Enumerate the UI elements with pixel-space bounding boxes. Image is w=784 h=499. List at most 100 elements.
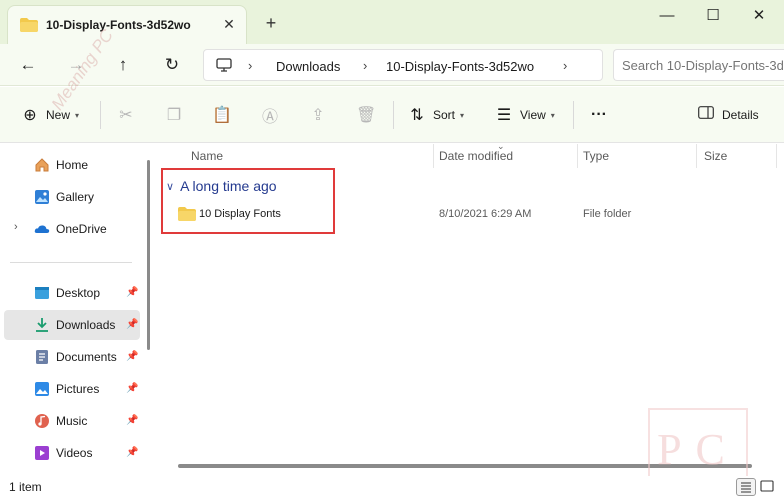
file-type: File folder bbox=[583, 208, 632, 220]
videos-icon bbox=[34, 445, 50, 461]
details-view-icon bbox=[741, 482, 751, 493]
paste-button[interactable]: 📋 bbox=[212, 103, 232, 127]
toolbar-divider bbox=[100, 101, 101, 129]
sort-button[interactable]: ⇅ Sort ▾ bbox=[407, 103, 464, 127]
sidebar-item-pictures[interactable]: Pictures 📌 bbox=[4, 374, 140, 404]
minimize-button[interactable]: — bbox=[644, 6, 690, 26]
sidebar-item-label: Gallery bbox=[56, 190, 95, 204]
sidebar-scrollbar[interactable] bbox=[147, 160, 150, 350]
status-bar: 1 item bbox=[0, 476, 784, 499]
navigation-pane: Home Gallery › OneDrive Desktop 📌 Downlo… bbox=[0, 144, 148, 476]
details-view-button[interactable] bbox=[736, 478, 756, 496]
search-input[interactable] bbox=[622, 50, 784, 80]
share-button[interactable]: ⇪ bbox=[308, 103, 328, 127]
back-button[interactable]: ← bbox=[15, 52, 41, 78]
trash-icon: 🗑 bbox=[356, 107, 377, 124]
delete-button[interactable]: 🗑 bbox=[356, 103, 376, 127]
view-button-label: View bbox=[520, 108, 546, 122]
sidebar-item-label: Desktop bbox=[56, 286, 101, 300]
view-button[interactable]: ☰ View ▾ bbox=[494, 103, 555, 127]
tab-close-icon[interactable]: ✕ bbox=[221, 16, 237, 32]
pin-icon[interactable]: 📌 bbox=[126, 383, 138, 394]
document-icon bbox=[34, 349, 50, 365]
details-button[interactable]: Details bbox=[696, 103, 759, 127]
breadcrumb-chevron-icon[interactable]: › bbox=[563, 58, 567, 73]
sidebar-item-onedrive[interactable]: › OneDrive bbox=[4, 214, 140, 244]
sidebar-item-label: OneDrive bbox=[56, 222, 107, 236]
maximize-button[interactable]: ☐ bbox=[690, 6, 736, 26]
plus-circle-icon: ⊕ bbox=[23, 107, 37, 124]
address-row: ← → ↑ ↻ › Downloads › 10-Display-Fonts-3… bbox=[0, 44, 784, 86]
more-options-button[interactable]: ··· bbox=[591, 103, 607, 127]
highlight-annotation-box bbox=[161, 168, 335, 234]
pin-icon[interactable]: 📌 bbox=[126, 287, 138, 298]
tab-title: 10-Display-Fonts-3d52wo bbox=[46, 18, 191, 32]
toolbar-divider bbox=[393, 101, 394, 129]
cut-button[interactable]: ✂ bbox=[116, 103, 136, 127]
tiles-view-icon bbox=[760, 480, 774, 492]
command-bar: ⊕ New ▾ ✂ ❐ 📋 Ⓐ ⇪ 🗑 ⇅ Sort ▾ ☰ View ▾ ··… bbox=[0, 87, 784, 143]
pin-icon[interactable]: 📌 bbox=[126, 447, 138, 458]
column-header-type[interactable]: Type bbox=[583, 149, 609, 163]
column-header-size[interactable]: Size bbox=[704, 149, 727, 163]
pin-icon[interactable]: 📌 bbox=[126, 319, 138, 330]
sidebar-item-music[interactable]: Music 📌 bbox=[4, 406, 140, 436]
sidebar-item-label: Home bbox=[56, 158, 89, 172]
rename-button[interactable]: Ⓐ bbox=[260, 103, 280, 127]
pin-icon[interactable]: 📌 bbox=[126, 415, 138, 426]
download-icon bbox=[34, 317, 50, 333]
column-divider[interactable] bbox=[577, 144, 578, 168]
sidebar-item-label: Downloads bbox=[56, 318, 116, 332]
scissors-icon: ✂ bbox=[119, 107, 133, 124]
new-button[interactable]: ⊕ New ▾ bbox=[20, 103, 79, 127]
chevron-down-icon: ▾ bbox=[75, 110, 80, 120]
sidebar-item-home[interactable]: Home bbox=[4, 150, 140, 180]
rename-icon: Ⓐ bbox=[261, 109, 278, 126]
column-header-date-modified[interactable]: Date modified bbox=[439, 149, 513, 163]
sidebar-item-gallery[interactable]: Gallery bbox=[4, 182, 140, 212]
column-divider[interactable] bbox=[696, 144, 697, 168]
breadcrumb-chevron-icon: › bbox=[248, 58, 253, 73]
copy-button[interactable]: ❐ bbox=[164, 103, 184, 127]
share-icon: ⇪ bbox=[311, 107, 325, 124]
home-icon bbox=[34, 157, 50, 173]
search-box[interactable] bbox=[613, 49, 784, 81]
toolbar-divider bbox=[573, 101, 574, 129]
sidebar-divider bbox=[10, 262, 132, 263]
column-divider[interactable] bbox=[433, 144, 434, 168]
pictures-icon bbox=[34, 381, 50, 397]
new-tab-button[interactable]: + bbox=[262, 14, 280, 32]
breadcrumb-downloads[interactable]: Downloads bbox=[276, 59, 340, 74]
music-icon bbox=[34, 413, 50, 429]
pin-icon[interactable]: 📌 bbox=[126, 351, 138, 362]
item-count: 1 item bbox=[9, 480, 42, 494]
clipboard-icon: 📋 bbox=[212, 107, 232, 124]
chevron-down-icon: ▾ bbox=[550, 110, 555, 120]
chevron-right-icon[interactable]: › bbox=[14, 221, 18, 233]
sidebar-item-label: Videos bbox=[56, 446, 93, 460]
sort-icon: ⇅ bbox=[410, 107, 424, 124]
sidebar-item-downloads[interactable]: Downloads 📌 bbox=[4, 310, 140, 340]
cloud-icon bbox=[34, 221, 50, 237]
column-divider[interactable] bbox=[776, 144, 777, 168]
copy-icon: ❐ bbox=[166, 107, 182, 124]
sidebar-item-label: Pictures bbox=[56, 382, 100, 396]
sort-button-label: Sort bbox=[433, 108, 456, 122]
view-lines-icon: ☰ bbox=[496, 107, 512, 124]
tab-active[interactable]: 10-Display-Fonts-3d52wo ✕ bbox=[7, 5, 247, 44]
sidebar-item-documents[interactable]: Documents 📌 bbox=[4, 342, 140, 372]
sidebar-item-videos[interactable]: Videos 📌 bbox=[4, 438, 140, 468]
close-button[interactable]: ✕ bbox=[736, 6, 782, 26]
computer-icon bbox=[216, 58, 232, 75]
up-button[interactable]: ↑ bbox=[110, 52, 136, 78]
sidebar-item-label: Documents bbox=[56, 350, 117, 364]
column-header-name[interactable]: Name bbox=[191, 149, 223, 163]
refresh-button[interactable]: ↻ bbox=[159, 52, 185, 78]
sidebar-item-desktop[interactable]: Desktop 📌 bbox=[4, 278, 140, 308]
chevron-down-icon: ▾ bbox=[460, 110, 465, 120]
address-bar[interactable]: › Downloads › 10-Display-Fonts-3d52wo › bbox=[203, 49, 603, 81]
desktop-icon bbox=[34, 285, 50, 301]
tiles-view-button[interactable] bbox=[758, 478, 778, 496]
breadcrumb-current-folder[interactable]: 10-Display-Fonts-3d52wo bbox=[386, 59, 534, 74]
folder-icon bbox=[20, 18, 38, 35]
